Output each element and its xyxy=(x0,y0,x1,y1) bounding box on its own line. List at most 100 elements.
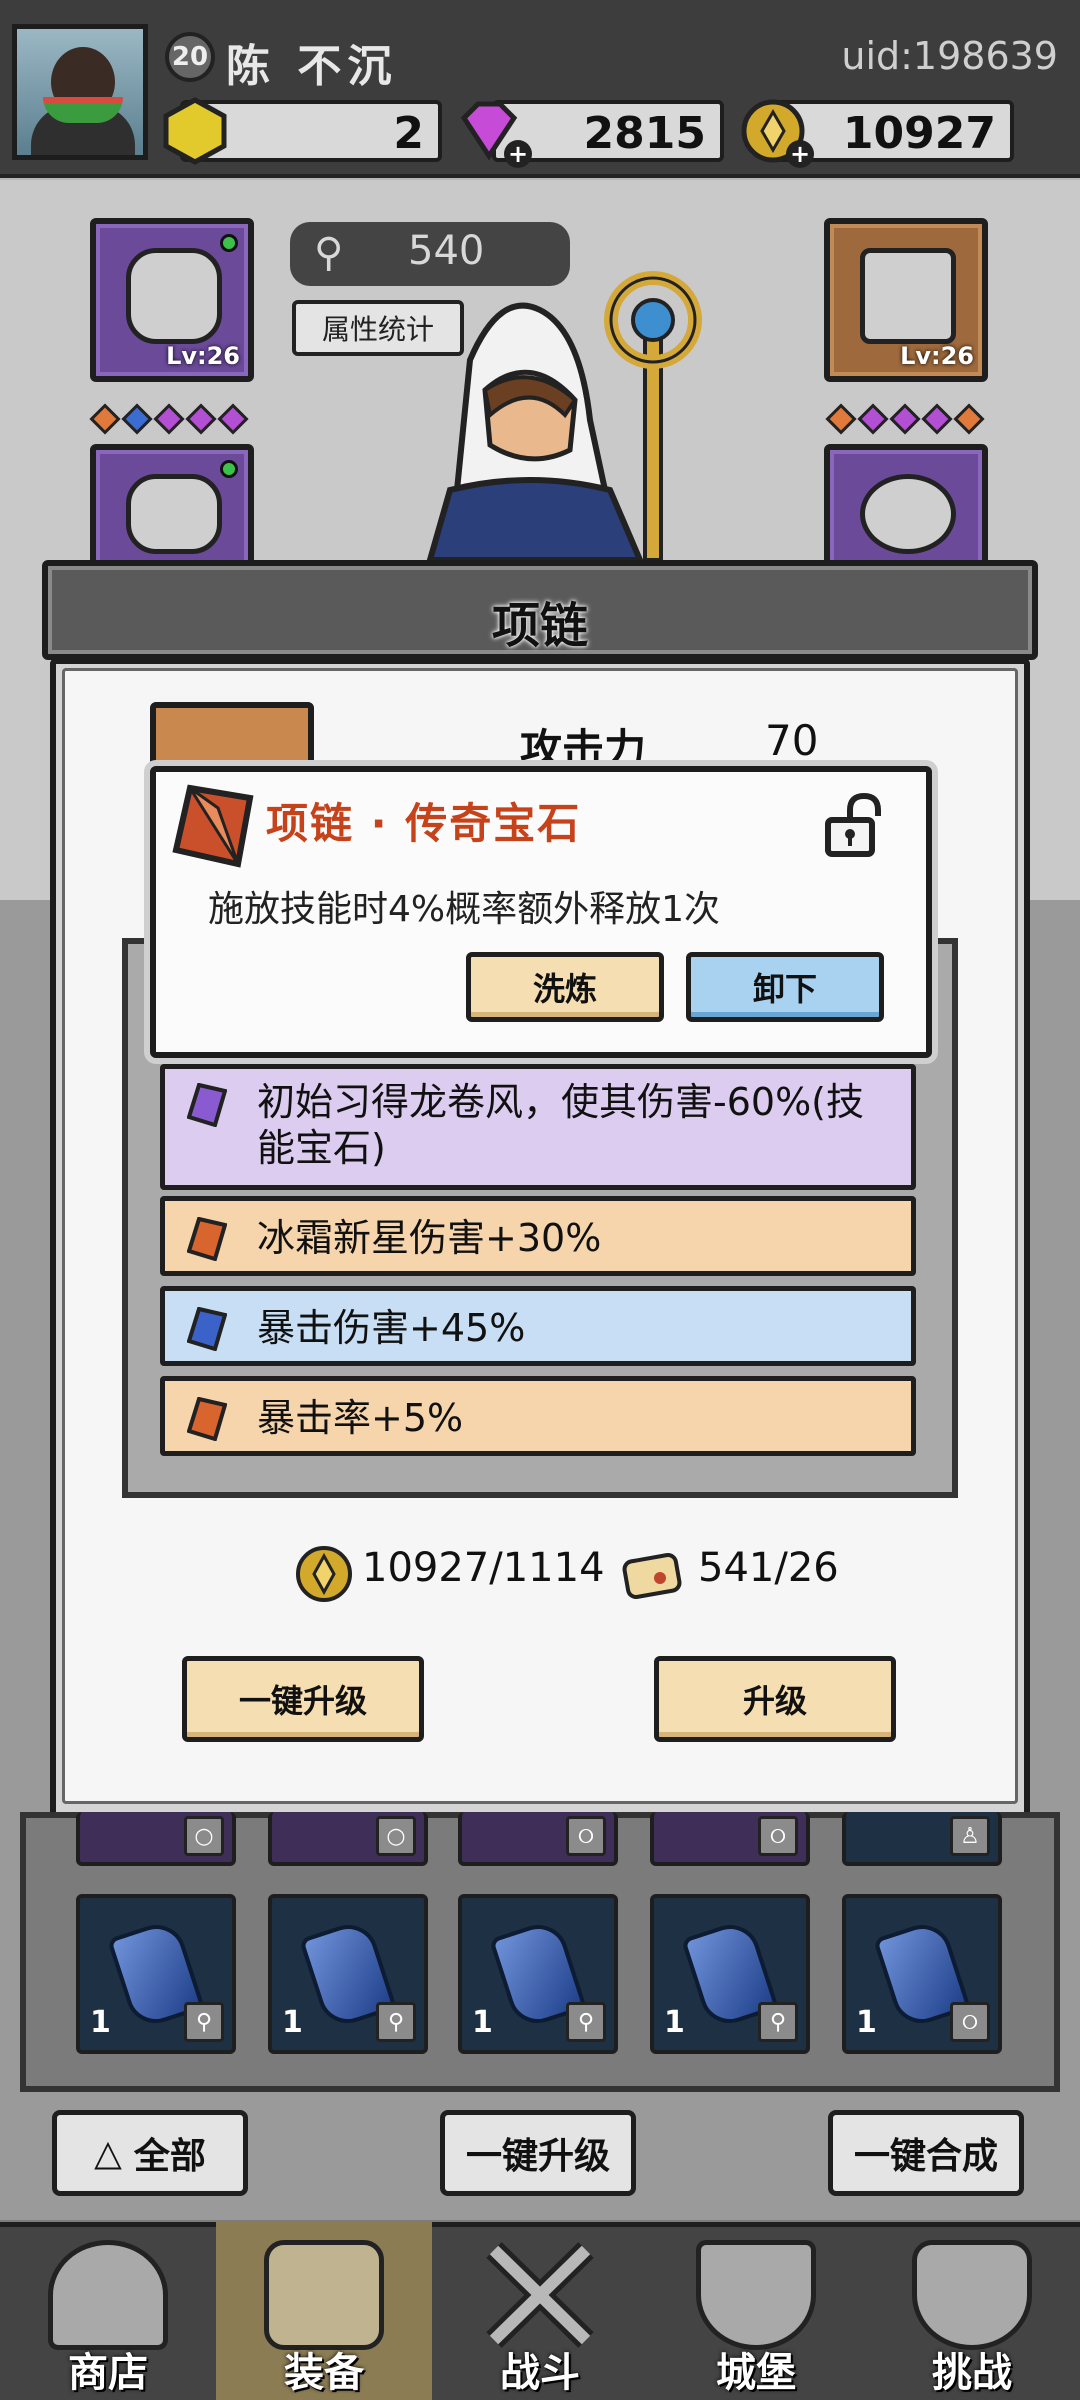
yellow-gem-value: 2 xyxy=(393,108,424,159)
inventory-slot[interactable]: 1 ୦ xyxy=(842,1894,1002,2054)
gem-purple-icon xyxy=(185,403,217,435)
inventory-slot[interactable]: 1 ⚲ xyxy=(76,1894,236,2054)
ring-icon xyxy=(860,474,956,554)
tab-label: 装备 xyxy=(284,2350,364,2396)
backpack-icon xyxy=(264,2240,384,2350)
necklace-tag-icon: ୦ xyxy=(758,1816,798,1856)
player-level-badge: 20 xyxy=(165,32,215,82)
slot-ready-dot xyxy=(220,234,238,252)
gold-value: 10927 xyxy=(842,108,996,159)
item-count: 1 xyxy=(664,2005,685,2040)
gloves-level: Lv:26 xyxy=(900,342,974,370)
affix-row: 初始习得龙卷风，使其伤害-60%(技能宝石) xyxy=(160,1064,916,1190)
armor-slot[interactable] xyxy=(90,444,254,574)
ring-tag-icon: ○ xyxy=(184,1816,224,1856)
armor-icon xyxy=(126,474,222,554)
tab-label: 挑战 xyxy=(932,2350,1012,2396)
key-tag-icon: ⚲ xyxy=(376,2002,416,2042)
filter-all-button[interactable]: △ 全部 xyxy=(52,2110,248,2196)
gold-cost: 10927/1114 xyxy=(362,1545,605,1591)
gem-purple-icon xyxy=(217,403,249,435)
inventory-slot[interactable]: 1 ⚲ xyxy=(458,1894,618,2054)
inventory-slot[interactable]: ୦ xyxy=(458,1812,618,1866)
key-tag-icon: ⚲ xyxy=(566,2002,606,2042)
shield-icon xyxy=(912,2240,1032,2350)
key-tag-icon: ⚲ xyxy=(184,2002,224,2042)
blue-gem-icon xyxy=(187,1307,227,1351)
reforge-button[interactable]: 洗炼 xyxy=(466,952,664,1022)
hero-character xyxy=(426,271,702,560)
upgrade-all-button[interactable]: 一键升级 xyxy=(182,1656,424,1742)
gem-title: 项链 · 传奇宝石 xyxy=(266,799,582,848)
gold-coin-icon xyxy=(296,1546,352,1602)
castle-hat-icon xyxy=(696,2240,816,2350)
inventory-slot[interactable]: 1 ⚲ xyxy=(650,1894,810,2054)
scroll-icon xyxy=(622,1553,682,1599)
inventory-slot[interactable]: ○ xyxy=(76,1812,236,1866)
ring-slot[interactable] xyxy=(824,444,988,574)
bulk-upgrade-button[interactable]: 一键升级 xyxy=(440,2110,636,2196)
affix-text: 初始习得龙卷风，使其伤害-60%(技能宝石) xyxy=(257,1080,864,1170)
filter-label: 全部 xyxy=(133,2136,206,2177)
add-gold-plus-icon[interactable]: + xyxy=(786,140,814,168)
affix-row: 暴击率+5% xyxy=(160,1376,916,1456)
item-count: 1 xyxy=(282,2005,303,2040)
inventory-slot[interactable]: ୦ xyxy=(650,1812,810,1866)
attack-value: 70 xyxy=(765,716,819,765)
unlock-icon[interactable] xyxy=(820,790,890,860)
tab-castle[interactable]: 城堡 xyxy=(648,2222,864,2400)
necklace-tag-icon: ୦ xyxy=(950,2002,990,2042)
inventory-slot[interactable]: 1 ⚲ xyxy=(268,1894,428,2054)
gem-purple-icon xyxy=(921,403,953,435)
gloves-icon xyxy=(860,248,956,344)
gem-orange-icon xyxy=(953,403,985,435)
player-name: 陈 不沉 xyxy=(226,41,398,92)
gem-purple-icon xyxy=(889,403,921,435)
tab-equipment[interactable]: 装备 xyxy=(216,2222,432,2400)
item-count: 1 xyxy=(472,2005,493,2040)
equipment-screen: 20 陈 不沉 uid:198639 2 2815 + 10927 + Lv:2… xyxy=(0,0,1080,2400)
yellow-gem-icon xyxy=(163,97,227,165)
add-diamond-plus-icon[interactable]: + xyxy=(504,140,532,168)
key-icon: ⚲ xyxy=(314,230,344,276)
affix-row: 冰霜新星伤害+30% xyxy=(160,1196,916,1276)
triangle-filter-icon: △ xyxy=(94,2132,122,2174)
modal-title: 项链 xyxy=(491,598,588,654)
avatar[interactable] xyxy=(12,24,148,160)
helmet-level: Lv:26 xyxy=(166,342,240,370)
diamond-value: 2815 xyxy=(583,108,706,159)
item-count: 1 xyxy=(856,2005,877,2040)
gem-orange-icon xyxy=(825,403,857,435)
inventory-slot[interactable]: ♙ xyxy=(842,1812,1002,1866)
affix-text: 暴击率+5% xyxy=(257,1396,464,1440)
purple-gem-icon xyxy=(187,1083,227,1127)
item-count: 1 xyxy=(90,2005,111,2040)
ring-tag-icon: ○ xyxy=(376,1816,416,1856)
inventory-slot[interactable]: ○ xyxy=(268,1812,428,1866)
gloves-slot[interactable]: Lv:26 xyxy=(824,218,988,382)
necklace-tag-icon: ୦ xyxy=(566,1816,606,1856)
gem-purple-icon xyxy=(857,403,889,435)
slot-ready-dot xyxy=(220,460,238,478)
armor-tag-icon: ♙ xyxy=(950,1816,990,1856)
bulk-merge-button[interactable]: 一键合成 xyxy=(828,2110,1024,2196)
affix-row: 暴击伤害+45% xyxy=(160,1286,916,1366)
affix-text: 冰霜新星伤害+30% xyxy=(257,1216,602,1260)
shop-icon xyxy=(48,2240,168,2350)
tab-battle[interactable]: 战斗 xyxy=(432,2222,648,2400)
gem-purple-icon xyxy=(153,403,185,435)
player-uid: uid:198639 xyxy=(841,34,1058,78)
key-tag-icon: ⚲ xyxy=(758,2002,798,2042)
tab-shop[interactable]: 商店 xyxy=(0,2222,216,2400)
unequip-button[interactable]: 卸下 xyxy=(686,952,884,1022)
tab-label: 战斗 xyxy=(500,2350,580,2396)
upgrade-button[interactable]: 升级 xyxy=(654,1656,896,1742)
crossed-swords-icon xyxy=(486,2242,594,2348)
modal-header: 项链 xyxy=(42,560,1038,660)
helmet-slot[interactable]: Lv:26 xyxy=(90,218,254,382)
gem-description: 施放技能时4%概率额外释放1次 xyxy=(208,889,721,930)
gem-orange-icon xyxy=(89,403,121,435)
tab-challenge[interactable]: 挑战 xyxy=(864,2222,1080,2400)
legendary-gem-icon xyxy=(172,784,254,868)
affix-text: 暴击伤害+45% xyxy=(257,1306,526,1350)
